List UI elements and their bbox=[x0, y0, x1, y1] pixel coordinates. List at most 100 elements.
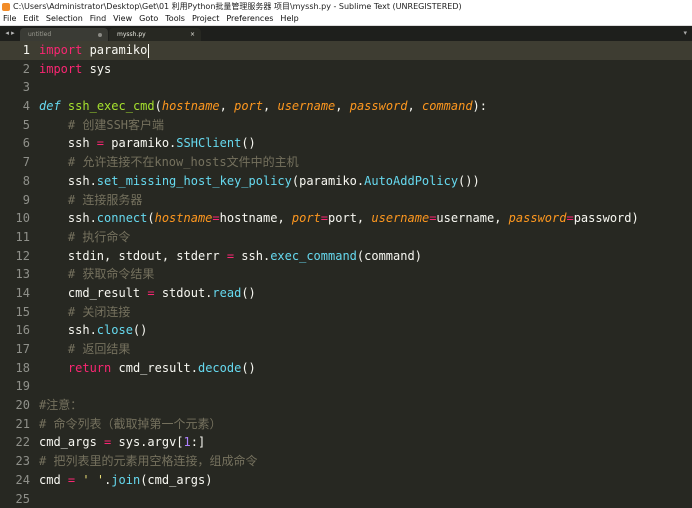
close-tab-icon[interactable]: × bbox=[190, 28, 195, 41]
code-token: password) bbox=[574, 211, 639, 225]
code-line[interactable]: ssh.connect(hostname=hostname, port=port… bbox=[39, 209, 692, 228]
tab-bar: ◂ ▸ untitled myssh.py × ▾ bbox=[0, 26, 692, 41]
code-editor[interactable]: 1234567891011121314151617181920212223242… bbox=[0, 41, 692, 430]
menu-tools[interactable]: Tools bbox=[165, 13, 185, 25]
code-line[interactable]: #注意： bbox=[39, 396, 692, 415]
code-token: connect bbox=[97, 211, 148, 225]
line-number: 23 bbox=[0, 452, 30, 471]
code-line[interactable]: ssh.close() bbox=[39, 321, 692, 340]
code-token: # 关闭连接 bbox=[68, 305, 130, 319]
code-line[interactable]: ssh.set_missing_host_key_policy(paramiko… bbox=[39, 172, 692, 191]
code-token: def bbox=[39, 99, 61, 113]
line-number: 14 bbox=[0, 284, 30, 303]
code-token: exec_command bbox=[270, 249, 357, 263]
code-line[interactable]: # 创建SSH客户端 bbox=[39, 116, 692, 135]
code-line[interactable]: cmd_args = sys.argv[1:] bbox=[39, 433, 692, 452]
tab-nav-arrows-icon[interactable]: ◂ ▸ bbox=[0, 26, 20, 41]
code-line[interactable]: # 把列表里的元素用空格连接，组成命令 bbox=[39, 452, 692, 471]
code-token: hostname, bbox=[220, 211, 292, 225]
line-number: 11 bbox=[0, 228, 30, 247]
code-token: import bbox=[39, 43, 82, 57]
code-token: port bbox=[292, 211, 321, 225]
tab-untitled[interactable]: untitled bbox=[20, 28, 108, 41]
code-line[interactable]: cmd_result = stdout.read() bbox=[39, 284, 692, 303]
code-token: AutoAddPolicy bbox=[364, 174, 458, 188]
code-token: username bbox=[371, 211, 429, 225]
code-line[interactable]: cmd = ' '.join(cmd_args) bbox=[39, 471, 692, 490]
code-token: () bbox=[133, 323, 147, 337]
code-token: stdin, stdout, stderr bbox=[39, 249, 227, 263]
code-token: ssh_exec_cmd bbox=[68, 99, 155, 113]
code-token: = bbox=[321, 211, 328, 225]
code-token: cmd bbox=[39, 473, 68, 487]
code-token: () bbox=[241, 136, 255, 150]
line-number: 2 bbox=[0, 60, 30, 79]
code-token: ( bbox=[147, 211, 154, 225]
code-line[interactable]: stdin, stdout, stderr = ssh.exec_command… bbox=[39, 247, 692, 266]
line-number: 6 bbox=[0, 134, 30, 153]
menu-project[interactable]: Project bbox=[192, 13, 219, 25]
code-token: :] bbox=[191, 435, 205, 449]
code-token: command bbox=[422, 99, 473, 113]
menu-find[interactable]: Find bbox=[90, 13, 106, 25]
menu-selection[interactable]: Selection bbox=[46, 13, 83, 25]
code-area[interactable]: import paramikoimport sys def ssh_exec_cm… bbox=[39, 41, 692, 508]
menu-file[interactable]: File bbox=[3, 13, 16, 25]
code-token: hostname bbox=[155, 211, 213, 225]
code-token: password bbox=[350, 99, 408, 113]
code-token: decode bbox=[198, 361, 241, 375]
code-token: (cmd_args) bbox=[140, 473, 212, 487]
code-token: (command) bbox=[357, 249, 422, 263]
line-number: 22 bbox=[0, 433, 30, 452]
menu-goto[interactable]: Goto bbox=[139, 13, 158, 25]
code-line[interactable] bbox=[39, 490, 692, 508]
code-line[interactable] bbox=[39, 78, 692, 97]
line-number: 12 bbox=[0, 247, 30, 266]
code-token bbox=[39, 155, 68, 169]
code-token bbox=[39, 342, 68, 356]
code-line[interactable]: ssh = paramiko.SSHClient() bbox=[39, 134, 692, 153]
code-token: = bbox=[147, 286, 154, 300]
code-token: port bbox=[234, 99, 263, 113]
code-token: = bbox=[566, 211, 573, 225]
code-line[interactable]: def ssh_exec_cmd(hostname, port, usernam… bbox=[39, 97, 692, 116]
tab-dropdown-icon[interactable]: ▾ bbox=[683, 29, 687, 37]
code-line[interactable]: import sys bbox=[39, 60, 692, 79]
code-token: , bbox=[220, 99, 234, 113]
menu-preferences[interactable]: Preferences bbox=[226, 13, 273, 25]
code-line[interactable]: import paramiko bbox=[39, 41, 692, 60]
tab-myssh-py[interactable]: myssh.py × bbox=[109, 28, 201, 41]
menu-edit[interactable]: Edit bbox=[23, 13, 39, 25]
code-token bbox=[39, 305, 68, 319]
code-token: () bbox=[241, 361, 255, 375]
line-number: 7 bbox=[0, 153, 30, 172]
code-line[interactable]: # 执行命令 bbox=[39, 228, 692, 247]
code-token: ssh. bbox=[39, 211, 97, 225]
code-token: import bbox=[39, 62, 82, 76]
line-number: 1 bbox=[0, 41, 30, 60]
menu-view[interactable]: View bbox=[113, 13, 132, 25]
code-line[interactable]: # 获取命令结果 bbox=[39, 265, 692, 284]
code-line[interactable]: # 返回结果 bbox=[39, 340, 692, 359]
code-line[interactable] bbox=[39, 377, 692, 396]
code-line[interactable]: # 命令列表（截取掉第一个元素） bbox=[39, 415, 692, 434]
code-line[interactable]: # 连接服务器 bbox=[39, 191, 692, 210]
code-token: SSHClient bbox=[176, 136, 241, 150]
code-line[interactable]: # 关闭连接 bbox=[39, 303, 692, 322]
code-token: 1 bbox=[184, 435, 191, 449]
code-token: # 连接服务器 bbox=[68, 193, 142, 207]
code-token: cmd_result bbox=[39, 286, 147, 300]
code-token: username bbox=[277, 99, 335, 113]
unsaved-dot-icon bbox=[98, 33, 102, 37]
code-token: password bbox=[509, 211, 567, 225]
line-number: 8 bbox=[0, 172, 30, 191]
code-line[interactable]: return cmd_result.decode() bbox=[39, 359, 692, 378]
sublime-app-icon bbox=[2, 3, 10, 11]
code-token: = bbox=[212, 211, 219, 225]
code-token: close bbox=[97, 323, 133, 337]
code-token: , bbox=[335, 99, 349, 113]
code-line[interactable]: # 允许连接不在know_hosts文件中的主机 bbox=[39, 153, 692, 172]
line-number: 15 bbox=[0, 303, 30, 322]
code-token: = bbox=[97, 136, 104, 150]
menu-help[interactable]: Help bbox=[280, 13, 298, 25]
